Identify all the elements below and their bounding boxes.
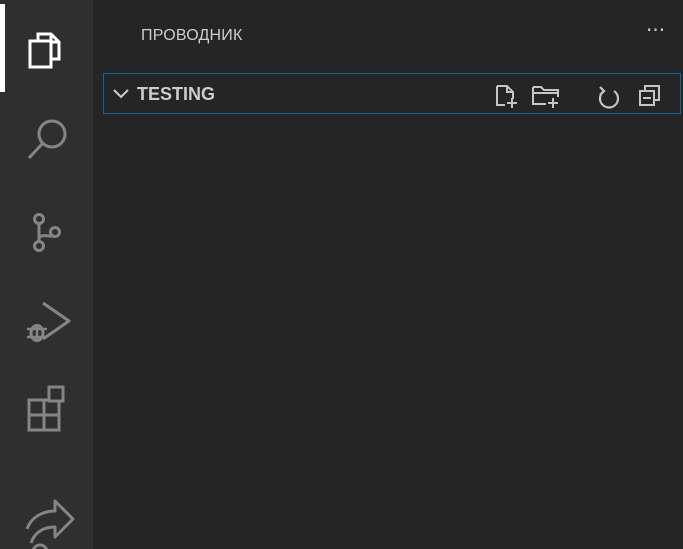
- source-control-tab[interactable]: [0, 180, 93, 268]
- section-title: TESTING: [137, 84, 216, 104]
- collapse-all-icon[interactable]: [637, 83, 663, 109]
- sidebar-title: ПРОВОДНИК: [141, 27, 243, 44]
- refresh-icon[interactable]: [597, 83, 621, 109]
- testing-folder-section[interactable]: TESTING: [103, 73, 681, 114]
- run-debug-icon: [27, 301, 71, 342]
- search-tab[interactable]: [0, 92, 93, 180]
- live-share-tab[interactable]: [0, 444, 93, 549]
- run-debug-tab[interactable]: [0, 268, 93, 356]
- source-control-icon: [33, 213, 61, 252]
- live-share-icon: [25, 499, 75, 549]
- extensions-icon: [27, 385, 65, 432]
- explorer-tab[interactable]: [0, 4, 93, 92]
- chevron-down-icon: [113, 89, 129, 99]
- vscode-window: ПРОВОДНИК ··· TESTING: [0, 0, 683, 549]
- search-icon: [27, 119, 67, 160]
- extensions-tab[interactable]: [0, 356, 93, 444]
- explorer-sidebar: ПРОВОДНИК ··· TESTING: [93, 0, 683, 549]
- explorer-icon: [28, 32, 61, 69]
- more-actions-button[interactable]: ···: [646, 20, 665, 40]
- activity-bar: [0, 0, 93, 549]
- new-file-icon[interactable]: [493, 83, 519, 109]
- new-folder-icon[interactable]: [531, 83, 561, 109]
- sidebar-header: ПРОВОДНИК ···: [93, 0, 683, 72]
